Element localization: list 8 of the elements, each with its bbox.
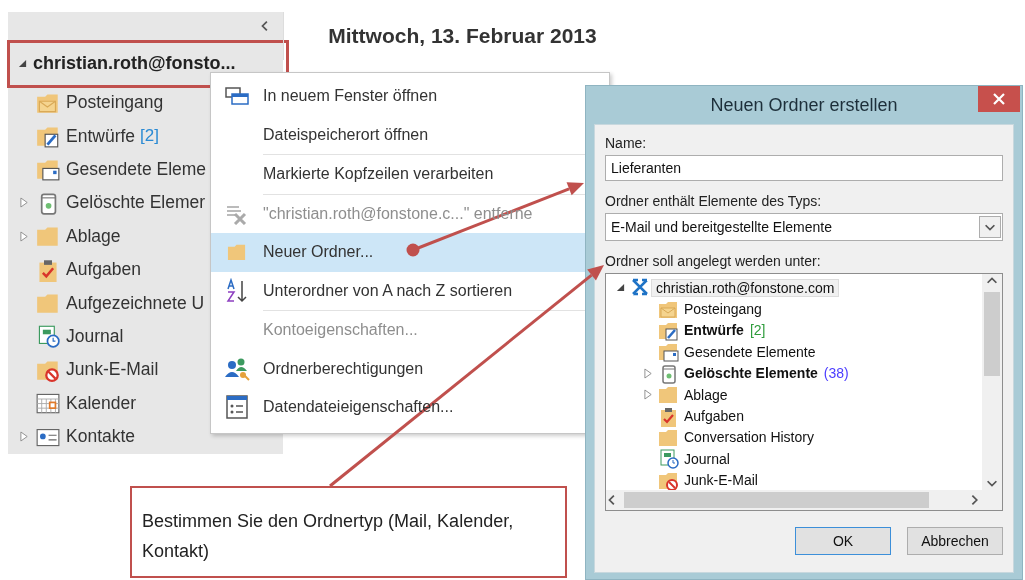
name-label: Name: xyxy=(605,135,648,151)
callout-text: Bestimmen Sie den Ordnertyp (Mail, Kalender, Kontakt) xyxy=(142,510,515,563)
item-count: [2] xyxy=(749,322,766,339)
item-count: (38) xyxy=(823,365,849,382)
dialog-title: Neuen Ordner erstellen xyxy=(710,94,898,116)
item-count: [2] xyxy=(140,126,159,147)
type-label: Ordner enthält Elemente des Typs: xyxy=(605,193,823,209)
date-title: Mittwoch, 13. Februar 2013 xyxy=(328,24,597,48)
